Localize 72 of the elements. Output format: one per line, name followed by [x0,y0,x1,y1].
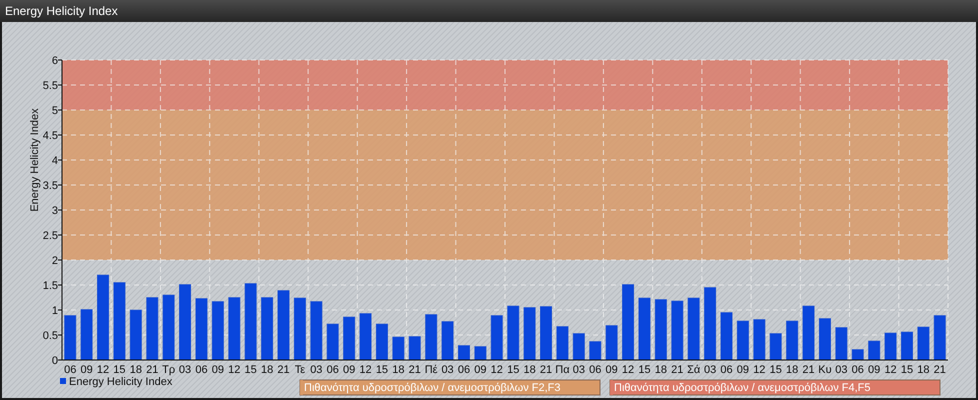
x-tick-label: 06 [852,364,864,376]
x-tick-label: 12 [359,364,372,376]
x-tick-label: Σά [687,364,700,376]
x-tick-label: 21 [671,364,684,376]
x-tick-label: 21 [146,364,158,376]
y-tick-label: 2 [52,255,58,267]
y-tick-label: 0 [52,355,58,367]
x-tick-label: 21 [934,364,946,376]
y-tick-label: 4.5 [42,130,58,142]
legend-label: Πιθανότητα υδροστρόβιλων / ανεμοστρόβιλων F4,F5 [614,382,870,394]
x-tick-label: 12 [490,364,503,376]
x-tick-label: 18 [786,364,798,376]
y-tick-label: 5 [52,105,58,117]
x-tick-label: 21 [540,364,552,376]
x-tick-label: 09 [212,364,224,376]
x-tick-label: 06 [458,364,470,376]
legend-label: Energy Helicity Index [69,376,172,388]
x-tick-label: 03 [310,364,322,376]
x-tick-label: 18 [130,364,142,376]
x-tick-label: 15 [113,364,126,376]
x-tick-label: 18 [523,364,536,376]
x-tick-label: 09 [868,364,880,376]
x-tick-label: 06 [589,364,602,376]
x-tick-label: 18 [917,364,930,376]
x-tick-label: 03 [572,364,585,376]
x-tick-label: 06 [326,364,339,376]
x-tick-label: Τε [294,364,306,376]
x-tick-label: 12 [753,364,766,376]
x-tick-label: 06 [195,364,208,376]
y-tick-label: 2.5 [42,230,58,242]
x-tick-label: 03 [704,364,716,376]
x-tick-label: 15 [900,364,914,376]
x-tick-label: 15 [638,364,651,376]
x-tick-label: 09 [343,364,356,376]
x-tick-label: 12 [228,364,240,376]
x-tick-label: 15 [770,364,782,376]
x-tick-label: 12 [884,364,897,376]
y-axis-label: Energy Helicity Index [29,108,41,212]
x-tick-label: 06 [720,364,733,376]
x-tick-label: 18 [654,364,667,376]
y-tick-label: 1.5 [42,280,58,292]
legend-label: Πιθανότητα υδροστρόβιλων / ανεμοστρόβιλων F2,F3 [304,382,560,394]
x-tick-label: 03 [441,364,454,376]
y-tick-label: 4 [52,155,58,167]
x-tick-label: 18 [392,364,404,376]
x-tick-label: Τρ [162,364,176,376]
x-tick-label: 09 [736,364,750,376]
x-tick-label: 15 [376,364,388,376]
x-tick-label: Πα [555,364,570,376]
y-tick-label: 1 [52,305,58,317]
y-tick-label: 6 [52,55,58,67]
x-tick-label: 15 [244,364,257,376]
x-tick-label: Πέ [424,364,438,376]
x-tick-label: 06 [64,364,76,376]
x-tick-label: 09 [80,364,93,376]
y-tick-label: 3.5 [42,180,58,192]
x-tick-label: 09 [474,364,487,376]
x-tick-label: 21 [802,364,815,376]
y-tick-label: 3 [52,205,58,217]
x-tick-label: 15 [507,364,520,376]
x-tick-label: 18 [260,364,274,376]
x-tick-label: 12 [96,364,110,376]
x-tick-label: 12 [622,364,634,376]
y-tick-label: 0.5 [42,330,58,342]
x-tick-label: 03 [835,364,848,376]
x-tick-label: 03 [178,364,192,376]
y-tick-label: 5.5 [42,80,58,92]
window-title: Energy Helicity Index [0,0,978,22]
x-tick-label: 09 [606,364,618,376]
x-tick-label: 21 [408,364,421,376]
x-tick-label: 21 [277,364,290,376]
x-tick-label: Κυ [818,364,832,376]
